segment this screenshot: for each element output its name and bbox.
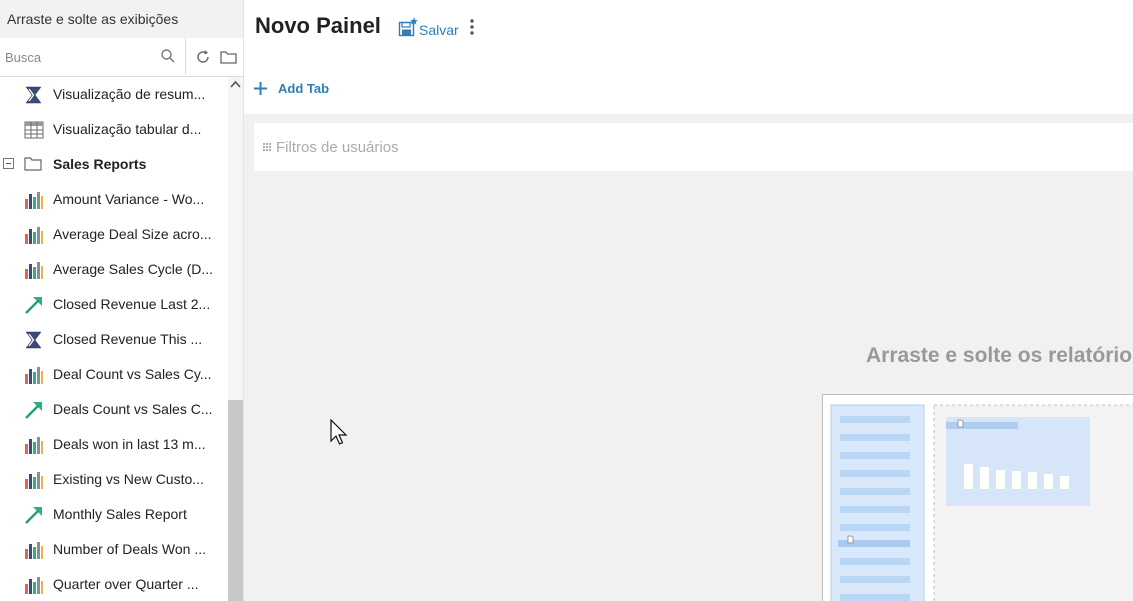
bar-chart-icon <box>24 575 44 595</box>
list-item[interactable]: Closed Revenue This ... <box>0 322 228 357</box>
trend-arrow-icon <box>24 400 44 420</box>
add-tab-button[interactable]: Add Tab <box>254 81 329 96</box>
list-item[interactable]: Average Deal Size acro... <box>0 217 228 252</box>
trend-arrow-icon <box>24 505 44 525</box>
mouse-cursor-icon <box>330 419 348 445</box>
list-item[interactable]: Visualização tabular d... <box>0 112 228 147</box>
list-item-label: Number of Deals Won ... <box>53 541 207 557</box>
list-item-label: Sales Reports <box>53 156 147 172</box>
drag-drop-illustration-graphic <box>830 404 1133 601</box>
list-item-label: Amount Variance - Wo... <box>53 191 205 207</box>
page-title[interactable]: Novo Painel <box>255 13 381 39</box>
list-item-label: Average Sales Cycle (D... <box>53 261 214 277</box>
table-icon <box>24 120 44 140</box>
view-list: Visualização de resum... Visualização tab… <box>0 77 228 601</box>
main-area: Novo Painel Salvar Add Tab Filtros de us… <box>244 0 1133 601</box>
drag-drop-illustration <box>822 394 1133 601</box>
refresh-icon[interactable] <box>195 49 211 65</box>
bar-chart-icon <box>24 435 44 455</box>
more-options-icon[interactable] <box>470 19 474 35</box>
bar-chart-icon <box>24 470 44 490</box>
user-filters-bar[interactable]: Filtros de usuários <box>254 123 1133 171</box>
list-item-label: Closed Revenue This ... <box>53 331 203 347</box>
search-box <box>0 38 186 76</box>
list-item[interactable]: Deals won in last 13 m... <box>0 427 228 462</box>
list-item-label: Deal Count vs Sales Cy... <box>53 366 212 382</box>
scroll-up-arrow-icon[interactable] <box>230 80 241 89</box>
bar-chart-icon <box>24 365 44 385</box>
list-item[interactable]: Visualização de resum... <box>0 77 228 112</box>
save-button[interactable]: Salvar <box>398 16 459 38</box>
list-item[interactable]: Closed Revenue Last 2... <box>0 287 228 322</box>
list-item[interactable]: Quarter over Quarter ... <box>0 567 228 601</box>
list-item-label: Existing vs New Custo... <box>53 471 204 487</box>
bar-chart-icon <box>24 260 44 280</box>
sigma-icon <box>24 85 44 105</box>
list-item-label: Deals Count vs Sales C... <box>53 401 213 417</box>
list-item-label: Average Deal Size acro... <box>53 226 212 242</box>
save-label: Salvar <box>419 22 459 38</box>
folder-icon[interactable] <box>220 50 237 64</box>
scrollbar[interactable] <box>228 77 243 601</box>
list-item[interactable]: Average Sales Cycle (D... <box>0 252 228 287</box>
add-tab-label: Add Tab <box>278 81 330 96</box>
dashboard-header: Novo Painel Salvar Add Tab <box>244 0 1133 114</box>
sidebar-header: Arraste e solte as exibições <box>0 0 243 38</box>
scrollbar-thumb[interactable] <box>228 400 243 601</box>
list-item-label: Visualização tabular d... <box>53 121 202 137</box>
drag-handle-icon[interactable] <box>263 143 272 151</box>
save-icon <box>398 17 418 37</box>
list-item-label: Closed Revenue Last 2... <box>53 296 211 312</box>
drop-hint-text: Arraste e solte os relatórios <box>866 344 1133 367</box>
list-item[interactable]: Deals Count vs Sales C... <box>0 392 228 427</box>
list-item[interactable]: Number of Deals Won ... <box>0 532 228 567</box>
sidebar-toolbar <box>0 38 243 77</box>
list-item[interactable]: Existing vs New Custo... <box>0 462 228 497</box>
list-item-label: Deals won in last 13 m... <box>53 436 206 452</box>
list-item[interactable]: Monthly Sales Report <box>0 497 228 532</box>
list-item[interactable]: Amount Variance - Wo... <box>0 182 228 217</box>
bar-chart-icon <box>24 225 44 245</box>
list-item-label: Visualização de resum... <box>53 86 206 102</box>
bar-chart-icon <box>24 190 44 210</box>
sigma-icon <box>24 330 44 350</box>
list-item[interactable]: Deal Count vs Sales Cy... <box>0 357 228 392</box>
list-item-label: Monthly Sales Report <box>53 506 187 522</box>
user-filters-label: Filtros de usuários <box>276 139 399 156</box>
trend-arrow-icon <box>24 295 44 315</box>
search-input[interactable] <box>0 38 157 76</box>
bar-chart-icon <box>24 540 44 560</box>
plus-icon <box>254 82 267 95</box>
collapse-toggle-icon[interactable] <box>3 158 14 169</box>
folder-icon <box>24 155 44 175</box>
folder-group-row[interactable]: Sales Reports <box>0 147 228 182</box>
list-item-label: Quarter over Quarter ... <box>53 576 199 592</box>
search-icon[interactable] <box>161 49 175 63</box>
sidebar: Arraste e solte as exibições Visualizaçã… <box>0 0 244 601</box>
